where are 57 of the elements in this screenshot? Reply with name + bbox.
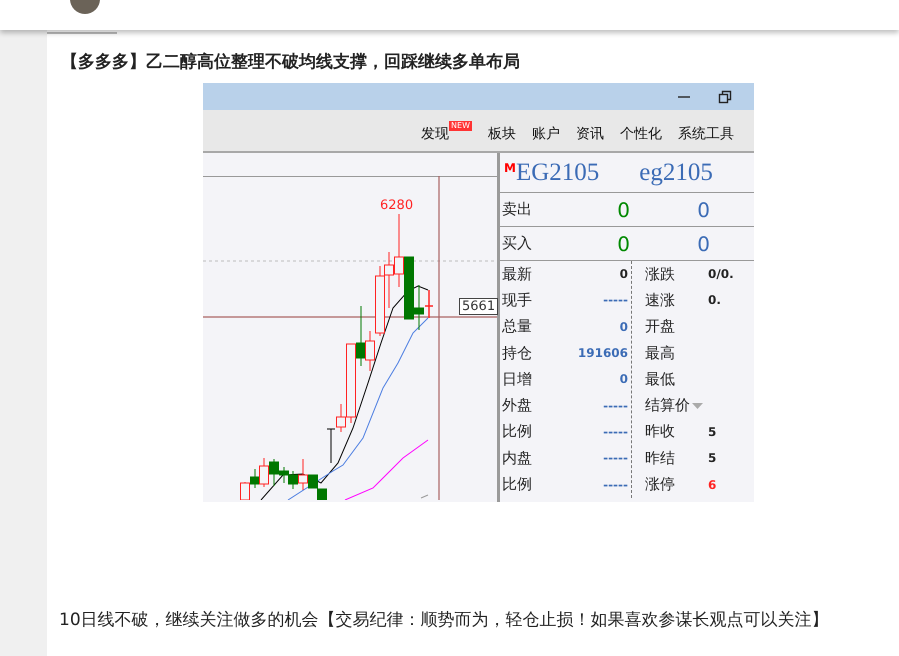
restore-icon[interactable]	[718, 90, 732, 104]
quote-label: 涨跌	[645, 264, 675, 284]
post-text: 10日线不破，继续关注做多的机会【交易纪律：顺势而为，轻仓止损！如果喜欢参谋长观点可以关注】	[59, 609, 830, 632]
contract-code: eg2105	[639, 158, 713, 186]
quote-value: 0	[618, 267, 628, 282]
quote-value: 0	[618, 320, 628, 334]
quote-label: 比例	[502, 475, 533, 494]
quote-label: 总量	[502, 317, 533, 336]
menu-item[interactable]: 板块	[488, 118, 516, 142]
candle	[317, 488, 327, 500]
quote-value: 6	[708, 478, 716, 492]
quote-label: 结算价	[645, 396, 690, 416]
quote-value: -----	[602, 451, 628, 466]
quote-label: 比例	[502, 422, 533, 442]
quote-value: 0/0.	[708, 267, 734, 282]
book-count: 0	[696, 198, 710, 222]
quote-label: 开盘	[645, 317, 675, 336]
quote-value: -----	[602, 424, 628, 439]
quote-value: 0.	[708, 293, 721, 308]
quote-label: 最低	[645, 370, 675, 389]
candle	[326, 428, 336, 464]
quote-value: -----	[602, 478, 628, 492]
quote-label: 速涨	[645, 290, 675, 310]
quote-label: 昨收	[645, 422, 675, 442]
quote-label: 外盘	[502, 396, 533, 416]
menu-item[interactable]: 发现$^{NEW}$	[421, 118, 472, 142]
book-label: 卖出	[502, 200, 533, 219]
book-count: 0	[696, 232, 710, 256]
quote-value: 191606	[576, 346, 628, 360]
quote-label: 最新	[502, 264, 533, 284]
contract-code: EG2105	[516, 158, 600, 186]
market-mark: M	[504, 161, 516, 175]
quote-value: 5	[708, 451, 716, 466]
quote-label: 最高	[645, 344, 675, 363]
quote-value: 5	[708, 424, 716, 439]
post-title: 【多多多】乙二醇高位整理不破均线支撑，回踩继续多单布局	[60, 51, 521, 74]
quote-label: 持仓	[502, 344, 533, 363]
quote-value: -----	[602, 293, 628, 308]
menu-item[interactable]: 个性化	[620, 118, 662, 142]
candle	[384, 252, 394, 308]
quote-label: 昨结	[645, 448, 675, 468]
quote-label: 涨停	[645, 475, 675, 494]
quote-label: 日增	[502, 370, 533, 389]
menu-item[interactable]: 账户	[532, 118, 560, 142]
price-label: 5661	[459, 298, 498, 315]
quote-label: 内盘	[502, 448, 533, 468]
quote-value: 0	[618, 372, 628, 386]
new-badge: NEW	[449, 120, 472, 130]
book-volume: 0	[616, 232, 630, 256]
candle	[404, 256, 414, 320]
quote-label: 现手	[502, 290, 533, 310]
book-label: 买入	[502, 234, 533, 253]
high-price-label: 6280	[380, 198, 414, 213]
book-volume: 0	[616, 198, 630, 222]
menu-item[interactable]: 资讯	[576, 118, 604, 142]
quote-value: -----	[602, 398, 628, 413]
menu-item[interactable]: 系统工具	[678, 118, 734, 142]
